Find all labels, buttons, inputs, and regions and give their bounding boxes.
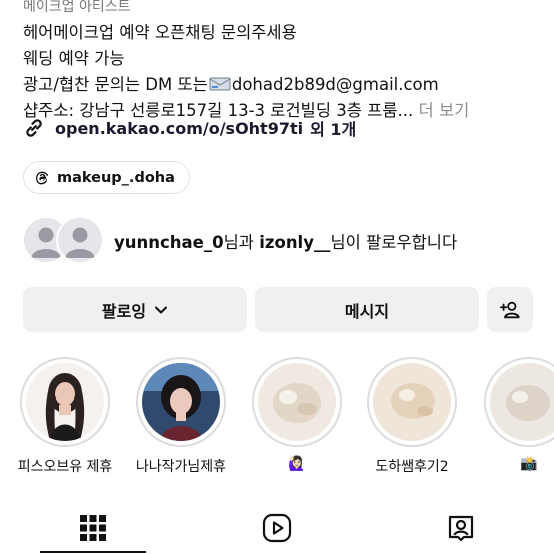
follower-avatars [22, 216, 104, 266]
followed-by-connector-1: 님과 [223, 233, 254, 252]
add-user-button[interactable] [487, 287, 533, 332]
active-tab-indicator [40, 551, 146, 553]
threads-handle[interactable]: makeup_.doha [57, 170, 175, 186]
bio-line-3: 광고/협찬 문의는 DM 또는 dohad2b89d@gmail.com [23, 72, 543, 98]
profile-tab-bar [0, 505, 554, 554]
profile-actions: 팔로잉 메시지 [23, 287, 543, 332]
followed-by[interactable]: yunnchae_0님과 izonly__님이 팔로우합니다 [22, 216, 457, 266]
highlight-cover-image [258, 363, 336, 441]
add-user-icon [499, 301, 520, 318]
tab-tagged[interactable] [444, 511, 478, 545]
grid-icon [80, 515, 106, 541]
highlight-cover-ring [252, 357, 342, 447]
bio-line-0: 메이크업 아티스트 [23, 0, 131, 15]
avatar [56, 216, 104, 264]
highlight-label: 🙋🏻‍♀️ [288, 456, 306, 472]
story-highlights: 피스오브유 제휴 나나작가님제휴 [0, 357, 554, 487]
more-button[interactable]: 더 보기 [419, 101, 470, 120]
link-icon [26, 119, 42, 137]
profile-bio: 메이크업 아티스트 헤어메이크업 예약 오픈채팅 문의주세용 웨딩 예약 가능 … [23, 0, 543, 124]
message-label: 메시지 [344, 301, 390, 321]
followed-by-connector-2: 님이 팔로우합니다 [330, 233, 458, 252]
highlight-cover-image [490, 363, 554, 441]
highlight-label: 도하쌤후기2 [375, 459, 449, 475]
envelope-icon [209, 77, 231, 91]
highlight-item[interactable]: 도하쌤후기2 [353, 357, 471, 476]
tab-reels[interactable] [260, 511, 294, 545]
bio-contact-text: 광고/협찬 문의는 DM 또는 [23, 75, 208, 94]
highlight-label: 📸 [520, 456, 538, 472]
follower-username-2[interactable]: izonly__ [259, 233, 330, 252]
tab-posts[interactable] [76, 511, 110, 545]
highlight-cover-ring [484, 357, 554, 447]
highlight-cover-image [373, 363, 451, 441]
link-url[interactable]: open.kakao.com/o/sOht97ti [55, 119, 303, 138]
threads-badge[interactable]: makeup_.doha [23, 161, 190, 194]
highlight-item[interactable]: 📸 [470, 357, 554, 472]
link-extra[interactable]: 외 1개 [310, 116, 356, 140]
message-button[interactable]: 메시지 [255, 287, 479, 332]
following-label: 팔로잉 [101, 301, 147, 321]
highlight-item[interactable]: 나나작가님제휴 [122, 357, 240, 476]
highlight-item[interactable]: 피스오브유 제휴 [6, 357, 124, 476]
highlight-label: 나나작가님제휴 [135, 459, 227, 475]
follower-username-1[interactable]: yunnchae_0 [114, 233, 224, 252]
followed-by-text: yunnchae_0님과 izonly__님이 팔로우합니다 [114, 229, 457, 253]
chevron-down-icon [155, 306, 168, 313]
bio-email[interactable]: dohad2b89d@gmail.com [232, 75, 439, 94]
highlight-cover-image [26, 363, 104, 441]
threads-icon [36, 171, 49, 185]
following-button[interactable]: 팔로잉 [23, 287, 247, 332]
bio-line-1: 헤어메이크업 예약 오픈채팅 문의주세용 [23, 23, 297, 42]
highlight-cover-image [142, 363, 220, 441]
highlight-item[interactable]: 🙋🏻‍♀️ [238, 357, 356, 472]
external-link[interactable]: open.kakao.com/o/sOht97ti 외 1개 [23, 116, 356, 140]
bio-line-2: 웨딩 예약 가능 [23, 49, 125, 68]
highlight-label: 피스오브유 제휴 [17, 459, 113, 475]
reels-icon [262, 513, 292, 543]
highlight-cover-ring [367, 357, 457, 447]
highlight-cover-ring [20, 357, 110, 447]
highlight-cover-ring [136, 357, 226, 447]
tagged-icon [448, 515, 474, 542]
